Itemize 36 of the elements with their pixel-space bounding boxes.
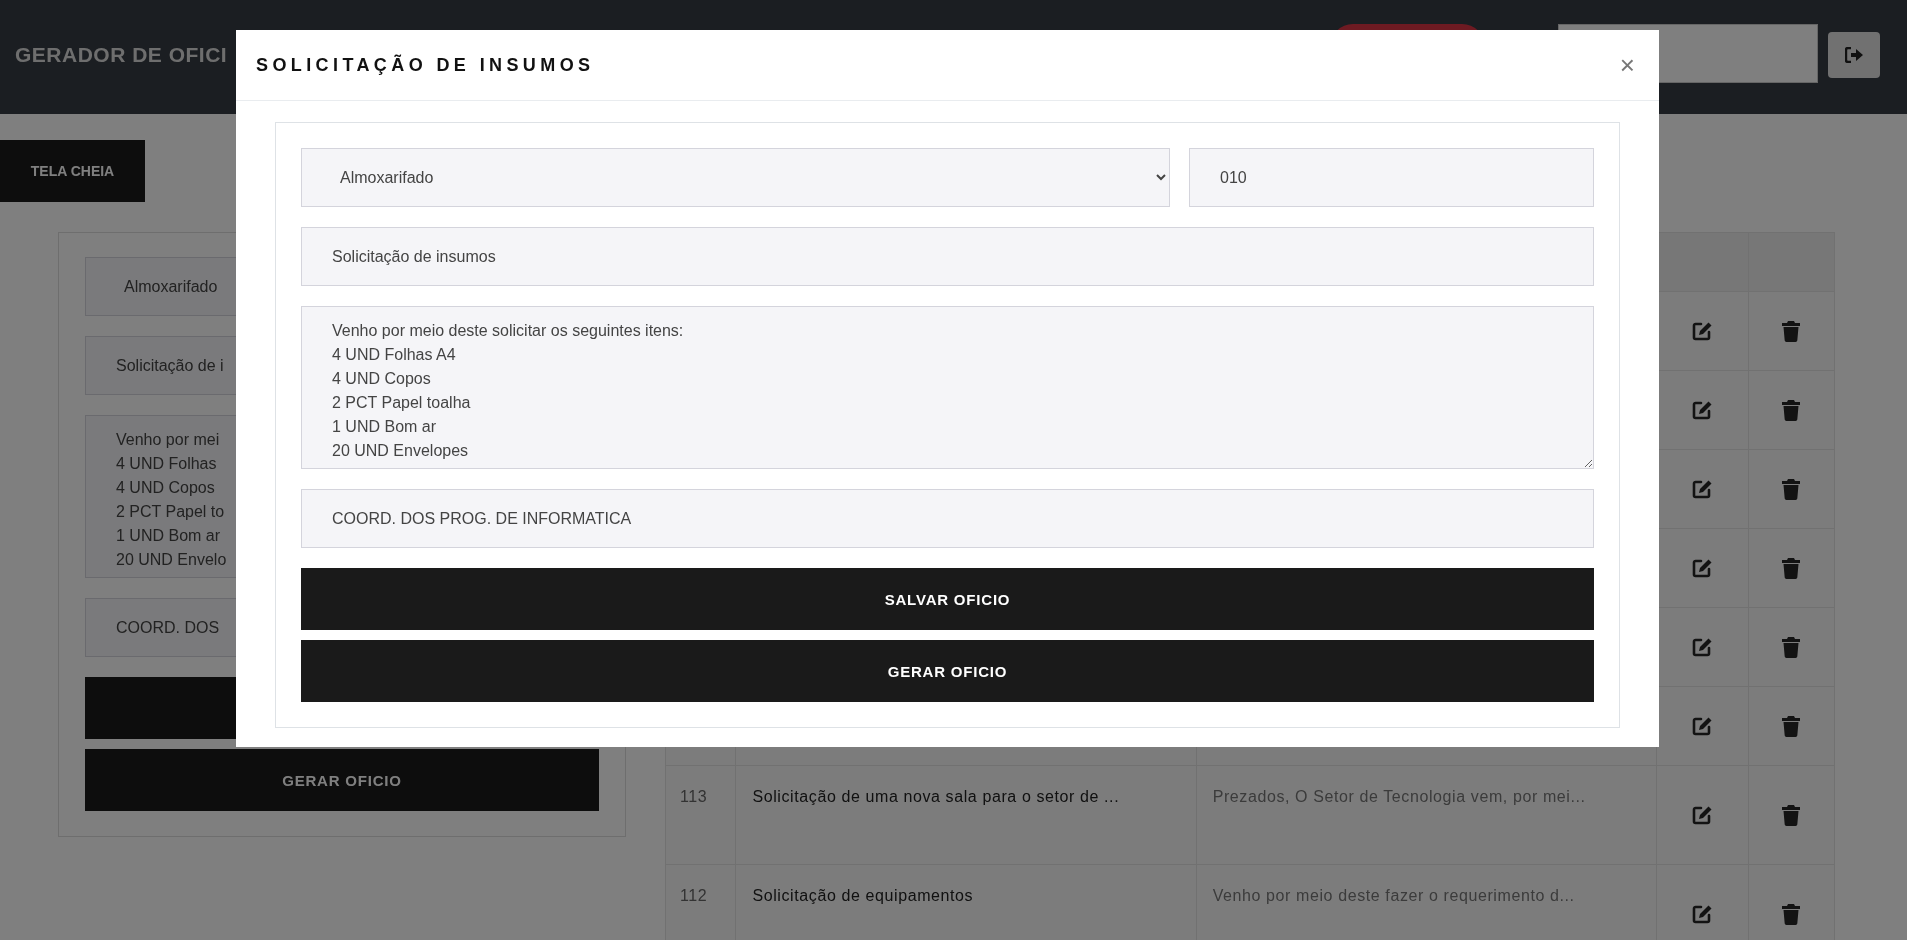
sector-field[interactable]: COORD. DOS PROG. DE INFORMATICA bbox=[301, 489, 1594, 548]
department-select[interactable]: Almoxarifado bbox=[301, 148, 1170, 207]
logout-icon bbox=[1845, 47, 1863, 63]
edit-icon[interactable] bbox=[1692, 558, 1714, 578]
body-field[interactable]: Venho por meio deste solicitar os seguintes itens: 4 UND Folhas A4 4 UND Copos 2 PCT Papel toalha 1 UND Bom ar 20 UND Envelopes bbox=[301, 306, 1594, 469]
generate-button[interactable]: GERAR OFICIO bbox=[301, 640, 1594, 702]
logout-button[interactable] bbox=[1828, 32, 1880, 78]
trash-icon[interactable] bbox=[1782, 903, 1801, 925]
trash-icon[interactable] bbox=[1782, 557, 1801, 579]
app-title: GERADOR DE OFICI bbox=[15, 43, 228, 67]
table-cell: 112 bbox=[665, 864, 736, 940]
edit-icon[interactable] bbox=[1692, 637, 1714, 657]
edit-icon[interactable] bbox=[1692, 321, 1714, 341]
modal-title: SOLICITAÇÃO DE INSUMOS bbox=[256, 54, 595, 76]
edit-icon[interactable] bbox=[1692, 805, 1714, 825]
number-field[interactable]: 010 bbox=[1189, 148, 1594, 207]
trash-icon[interactable] bbox=[1782, 636, 1801, 658]
table-cell: Venho por meio deste fazer o requerimento d... bbox=[1196, 864, 1657, 940]
trash-icon[interactable] bbox=[1782, 320, 1801, 342]
subject-field[interactable]: Solicitação de insumos bbox=[301, 227, 1594, 286]
edit-icon[interactable] bbox=[1692, 479, 1714, 499]
trash-icon[interactable] bbox=[1782, 804, 1801, 826]
close-button[interactable]: × bbox=[1615, 49, 1639, 81]
trash-icon[interactable] bbox=[1782, 715, 1801, 737]
trash-icon[interactable] bbox=[1782, 399, 1801, 421]
fullscreen-button[interactable]: TELA CHEIA bbox=[0, 140, 145, 202]
edit-icon[interactable] bbox=[1692, 716, 1714, 736]
table-cell: Solicitação de uma nova sala para o setor de ... bbox=[735, 765, 1197, 865]
table-cell: Solicitação de equipamentos bbox=[735, 864, 1197, 940]
edit-icon[interactable] bbox=[1692, 400, 1714, 420]
table-cell: 113 bbox=[665, 765, 736, 865]
generate-button[interactable]: GERAR OFICIO bbox=[85, 749, 599, 811]
edit-icon[interactable] bbox=[1692, 904, 1714, 924]
save-button[interactable]: SALVAR OFICIO bbox=[301, 568, 1594, 630]
trash-icon[interactable] bbox=[1782, 478, 1801, 500]
table-cell: Prezados, O Setor de Tecnologia vem, por mei... bbox=[1196, 765, 1657, 865]
